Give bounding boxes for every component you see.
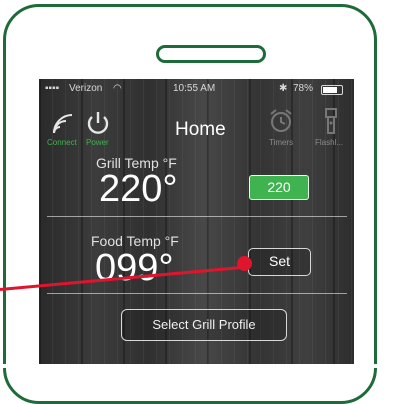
speaker-slot [156,45,266,63]
app-screen: ▪▪▪▪ Verizon ◠ 10:55 AM ✱ 78% Connect Po… [39,79,354,368]
status-time: 10:55 AM [173,83,216,94]
divider [47,293,347,294]
wifi-connect-icon [53,114,73,134]
carrier-label: Verizon [69,83,103,94]
timers-label: Timers [269,138,294,147]
flashlight-label: Flashl... [315,138,344,147]
connect-button[interactable] [51,111,77,140]
battery-percent: 78% [293,83,314,94]
select-grill-profile-button[interactable]: Select Grill Profile [121,309,287,341]
connect-label: Connect [47,138,77,147]
nav-bar: Connect Power Home Timers Flashl... [39,101,354,153]
flashlight-button[interactable] [323,107,339,140]
grill-setpoint-button[interactable]: 220 [249,175,309,200]
divider [47,216,347,217]
grill-temp-value: 220° [99,168,178,210]
bluetooth-icon: ✱ [279,83,288,94]
power-label: Power [86,138,109,147]
timers-button[interactable] [268,107,294,140]
food-set-button[interactable]: Set [248,248,311,276]
food-temp-value: 099° [95,247,174,289]
page-title: Home [175,119,226,140]
wifi-icon: ◠ [113,83,122,94]
flashlight-icon [325,108,337,134]
power-icon [87,112,109,134]
battery-icon [321,85,343,95]
status-bar: ▪▪▪▪ Verizon ◠ 10:55 AM ✱ 78% [39,79,354,99]
annotation-pointer-dot [237,256,252,271]
signal-icon: ▪▪▪▪ [45,83,60,94]
alarm-clock-icon [270,109,292,132]
image-bottom-edge [0,364,393,368]
